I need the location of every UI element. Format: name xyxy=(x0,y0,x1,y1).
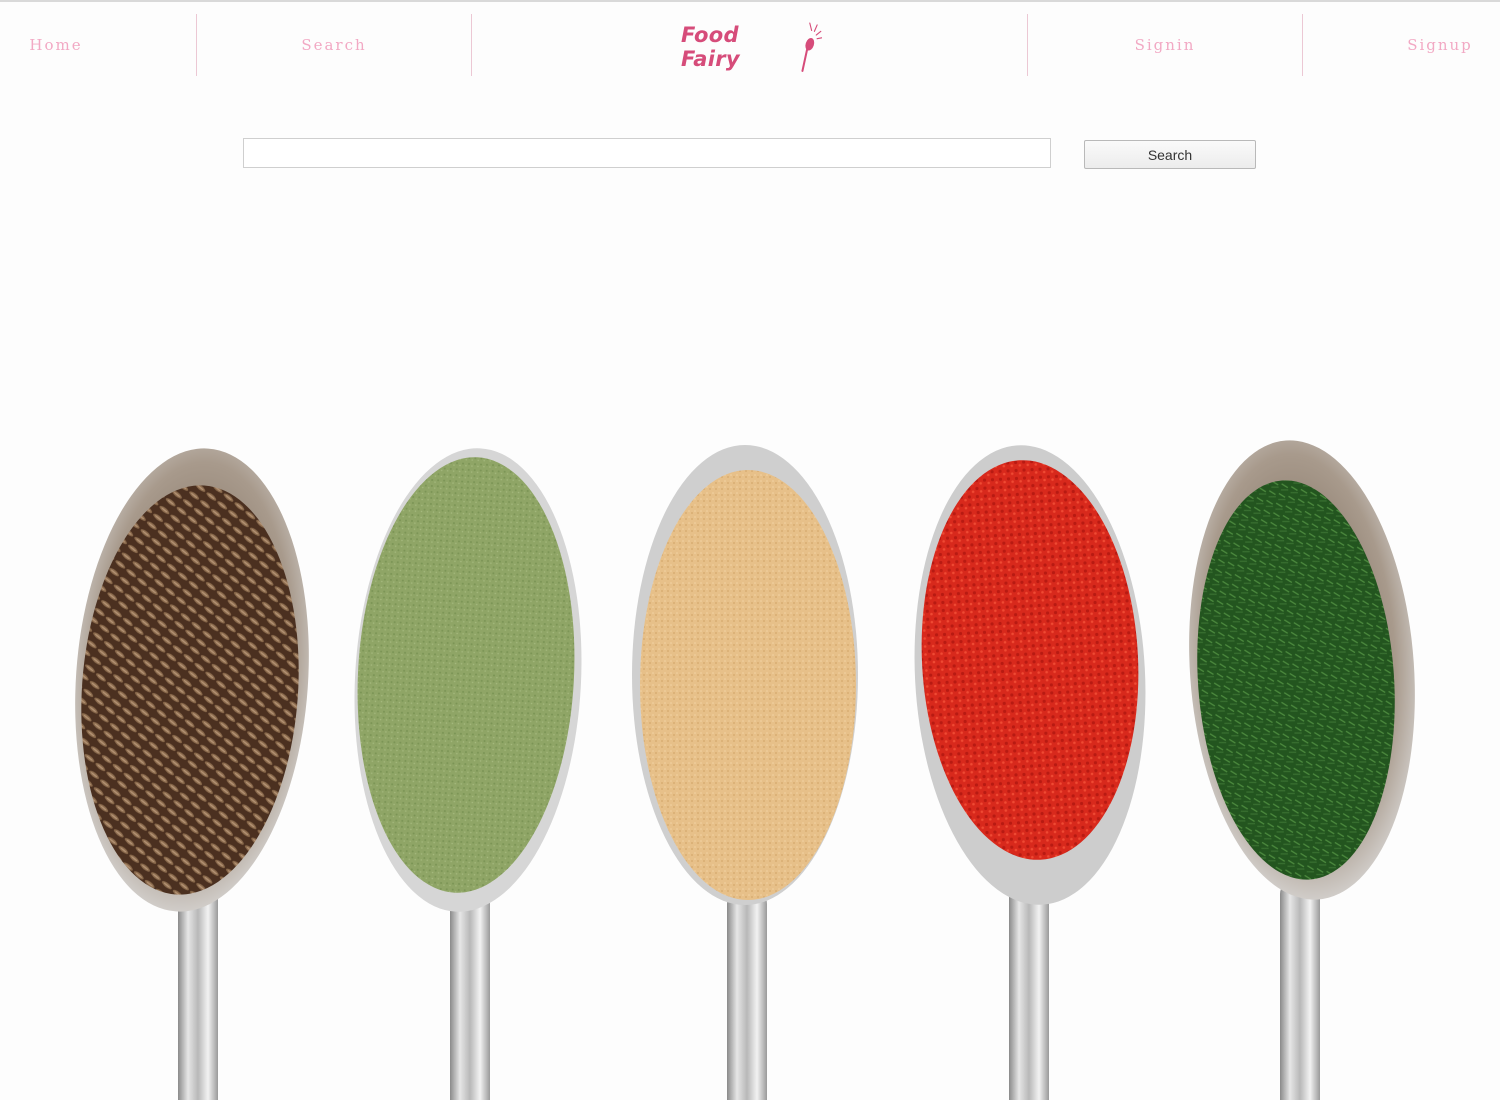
ginger-powder-spoon xyxy=(632,445,858,1100)
nav-divider xyxy=(1302,14,1303,76)
cumin-spoon xyxy=(75,448,309,1100)
page: Home Search Food Fairy Signin Signup Sea… xyxy=(0,0,1500,1100)
dill-spoon xyxy=(1189,440,1415,1100)
site-logo[interactable]: Food Fairy xyxy=(672,16,822,78)
nav-divider xyxy=(471,14,472,76)
hero-image xyxy=(0,180,1500,1100)
search-input[interactable] xyxy=(243,138,1051,168)
nav-signin-link[interactable]: Signin xyxy=(1028,14,1302,76)
fairy-spoon-icon xyxy=(801,22,822,72)
top-navigation: Home Search Food Fairy Signin Signup xyxy=(0,2,1500,90)
search-button[interactable]: Search xyxy=(1084,140,1256,169)
paprika-spoon xyxy=(914,445,1146,1100)
nav-search-link[interactable]: Search xyxy=(197,14,471,76)
green-powder-spoon xyxy=(354,448,582,1100)
spice-spoons-image xyxy=(75,440,1415,1100)
nav-signup-link[interactable]: Signup xyxy=(1380,14,1500,76)
nav-home-link[interactable]: Home xyxy=(0,14,112,76)
logo-text: Food Fairy xyxy=(681,23,740,71)
